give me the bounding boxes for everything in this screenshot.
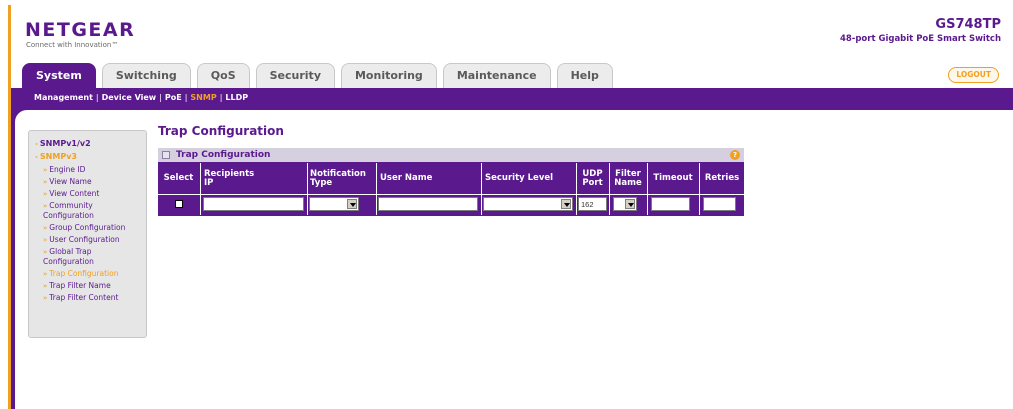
- col-notification-type: Notification Type: [310, 168, 366, 188]
- col-recipients-ip: Recipients IP: [204, 168, 255, 188]
- help-icon[interactable]: ?: [730, 150, 740, 160]
- subnav-lldp[interactable]: LLDP: [225, 93, 248, 102]
- leftnav-snmpv1v2[interactable]: - SNMPv1/v2: [29, 139, 146, 149]
- col-retries: Retries: [704, 173, 740, 183]
- subnav-separator: |: [219, 92, 223, 102]
- subnav-poe[interactable]: PoE: [165, 93, 182, 102]
- subnav-separator: |: [95, 92, 99, 102]
- sub-navigation: Management | Device View | PoE | SNMP | …: [11, 88, 1013, 106]
- recipients-ip-input[interactable]: [203, 197, 304, 211]
- chevron-down-icon: [561, 199, 571, 209]
- col-user-name: User Name: [380, 173, 433, 183]
- tab-security[interactable]: Security: [255, 63, 335, 88]
- arrow-icon: »: [43, 178, 48, 186]
- leftnav-item-global-trap-configuration[interactable]: » Global Trap Configuration: [29, 247, 129, 267]
- arrow-icon: »: [43, 202, 48, 210]
- leftnav-item-community-configuration[interactable]: » Community Configuration: [29, 201, 139, 221]
- subnav-separator: |: [184, 92, 188, 102]
- subnav-separator: |: [159, 92, 162, 102]
- col-filter-name: Filter Name: [614, 168, 642, 188]
- leftnav-item-trap-filter-name[interactable]: » Trap Filter Name: [29, 281, 146, 291]
- bullet-icon: -: [35, 140, 38, 148]
- header: NETGEAR Connect with Innovation™ GS748TP…: [11, 7, 1013, 59]
- collapse-icon[interactable]: [162, 151, 170, 159]
- tab-switching[interactable]: Switching: [101, 63, 191, 88]
- col-timeout: Timeout: [653, 173, 693, 183]
- arrow-icon: »: [43, 270, 48, 278]
- col-select: Select: [163, 173, 194, 183]
- column-divider: [609, 163, 610, 215]
- subnav-device-view[interactable]: Device View: [102, 93, 157, 102]
- col-udp-port: UDP Port: [582, 168, 603, 188]
- arrow-icon: »: [43, 294, 48, 302]
- arrow-icon: »: [43, 236, 48, 244]
- security-level-select[interactable]: [483, 197, 573, 211]
- arrow-icon: »: [43, 190, 48, 198]
- logout-button[interactable]: LOGOUT: [948, 67, 999, 83]
- column-divider: [307, 163, 308, 215]
- header-divider: [158, 194, 744, 195]
- leftnav-item-user-configuration[interactable]: » User Configuration: [29, 235, 146, 245]
- column-divider: [376, 163, 377, 215]
- leftnav-snmpv3[interactable]: - SNMPv3: [29, 152, 146, 162]
- retries-input[interactable]: [703, 197, 736, 211]
- chevron-down-icon: [347, 199, 357, 209]
- leftnav-item-group-configuration[interactable]: » Group Configuration: [29, 223, 146, 233]
- tab-maintenance[interactable]: Maintenance: [442, 63, 551, 88]
- arrow-icon: »: [43, 248, 48, 256]
- trap-configuration-panel: Trap Configuration ? Select Recipients I…: [158, 148, 744, 216]
- chevron-down-icon: [625, 199, 635, 209]
- leftnav-item-view-name[interactable]: » View Name: [29, 177, 146, 187]
- page-title: Trap Configuration: [158, 124, 284, 138]
- logo-tagline: Connect with Innovation™: [26, 41, 119, 49]
- netgear-logo: NETGEAR: [25, 19, 136, 41]
- left-navigation: - SNMPv1/v2 - SNMPv3 » Engine ID » View Name…: [28, 130, 147, 338]
- tab-monitoring[interactable]: Monitoring: [340, 63, 437, 88]
- column-divider: [200, 163, 201, 215]
- bullet-icon: -: [35, 153, 38, 161]
- subnav-management[interactable]: Management: [34, 93, 93, 102]
- column-divider: [699, 163, 700, 215]
- tab-system[interactable]: System: [22, 63, 96, 89]
- model-name: GS748TP: [935, 17, 1001, 32]
- tab-qos[interactable]: QoS: [196, 63, 250, 88]
- leftnav-item-trap-configuration[interactable]: » Trap Configuration: [29, 269, 146, 279]
- model-description: 48-port Gigabit PoE Smart Switch: [839, 34, 1001, 44]
- panel-title: Trap Configuration: [176, 150, 271, 160]
- udp-port-input[interactable]: [578, 197, 607, 211]
- panel-header: Trap Configuration ?: [158, 148, 744, 162]
- leftnav-item-view-content[interactable]: » View Content: [29, 189, 146, 199]
- col-security-level: Security Level: [485, 173, 554, 183]
- leftnav-item-trap-filter-content[interactable]: » Trap Filter Content: [29, 293, 146, 303]
- notification-type-select[interactable]: [309, 197, 359, 211]
- arrow-icon: »: [43, 224, 48, 232]
- main-tabs: System Switching QoS Security Monitoring…: [22, 63, 619, 89]
- subnav-snmp[interactable]: SNMP: [190, 93, 216, 102]
- tab-help[interactable]: Help: [556, 63, 613, 88]
- column-divider: [576, 163, 577, 215]
- user-name-input[interactable]: [378, 197, 478, 211]
- leftnav-item-engine-id[interactable]: » Engine ID: [29, 165, 146, 175]
- column-divider: [647, 163, 648, 215]
- filter-name-select[interactable]: [613, 197, 637, 211]
- arrow-icon: »: [43, 282, 48, 290]
- arrow-icon: »: [43, 166, 48, 174]
- row-select-checkbox[interactable]: [175, 200, 183, 208]
- column-divider: [481, 163, 482, 215]
- timeout-input[interactable]: [651, 197, 690, 211]
